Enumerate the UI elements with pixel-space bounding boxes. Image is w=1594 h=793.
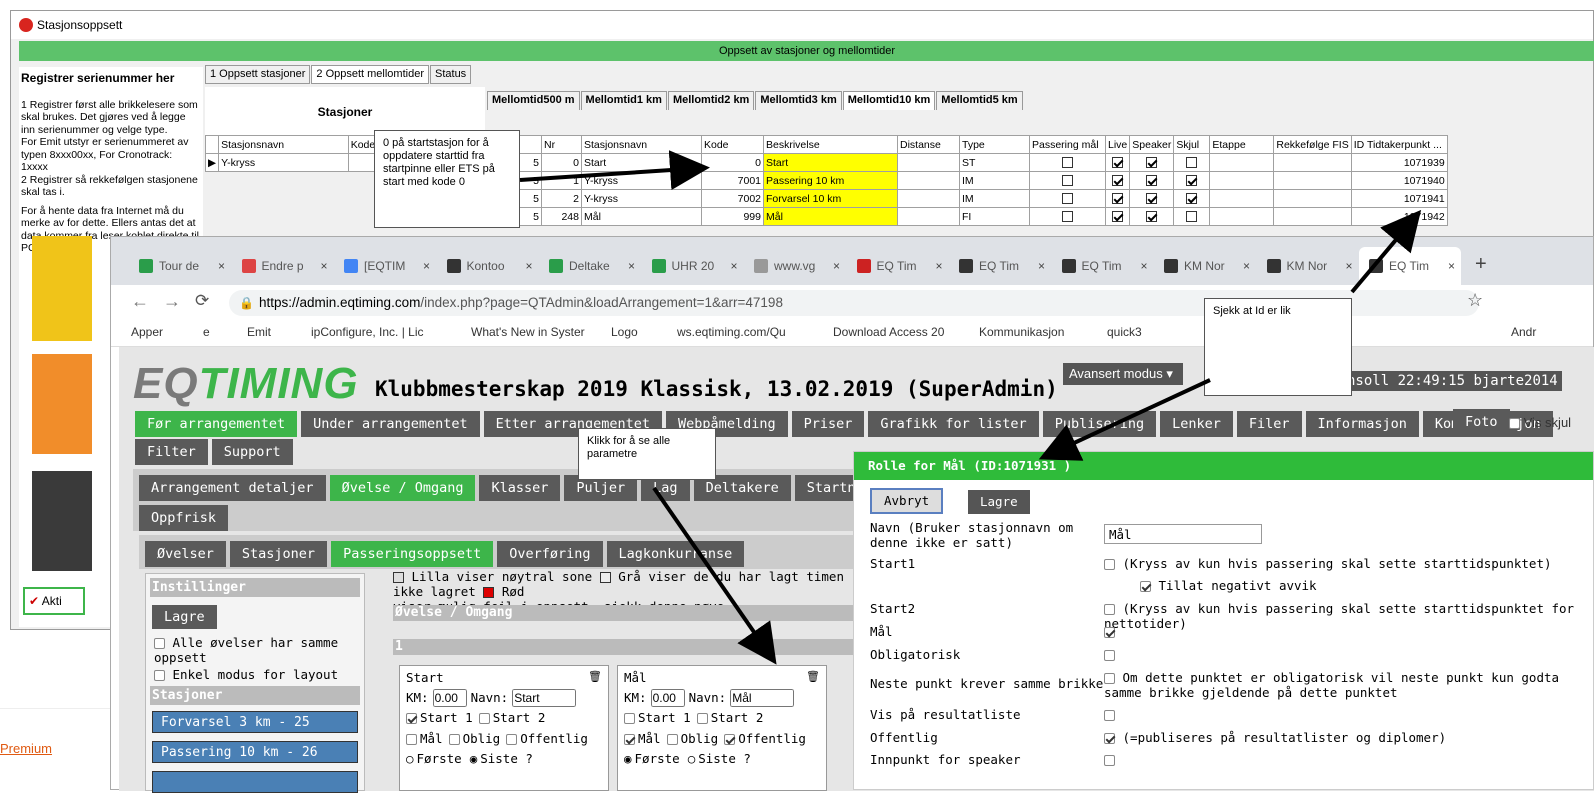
arrow-to-card [652, 486, 777, 665]
annotation-arrows [519, 150, 1422, 665]
arrow-to-rolle [1038, 378, 1211, 461]
arrow-to-id [1350, 209, 1422, 294]
arrow-to-kode [519, 150, 710, 191]
